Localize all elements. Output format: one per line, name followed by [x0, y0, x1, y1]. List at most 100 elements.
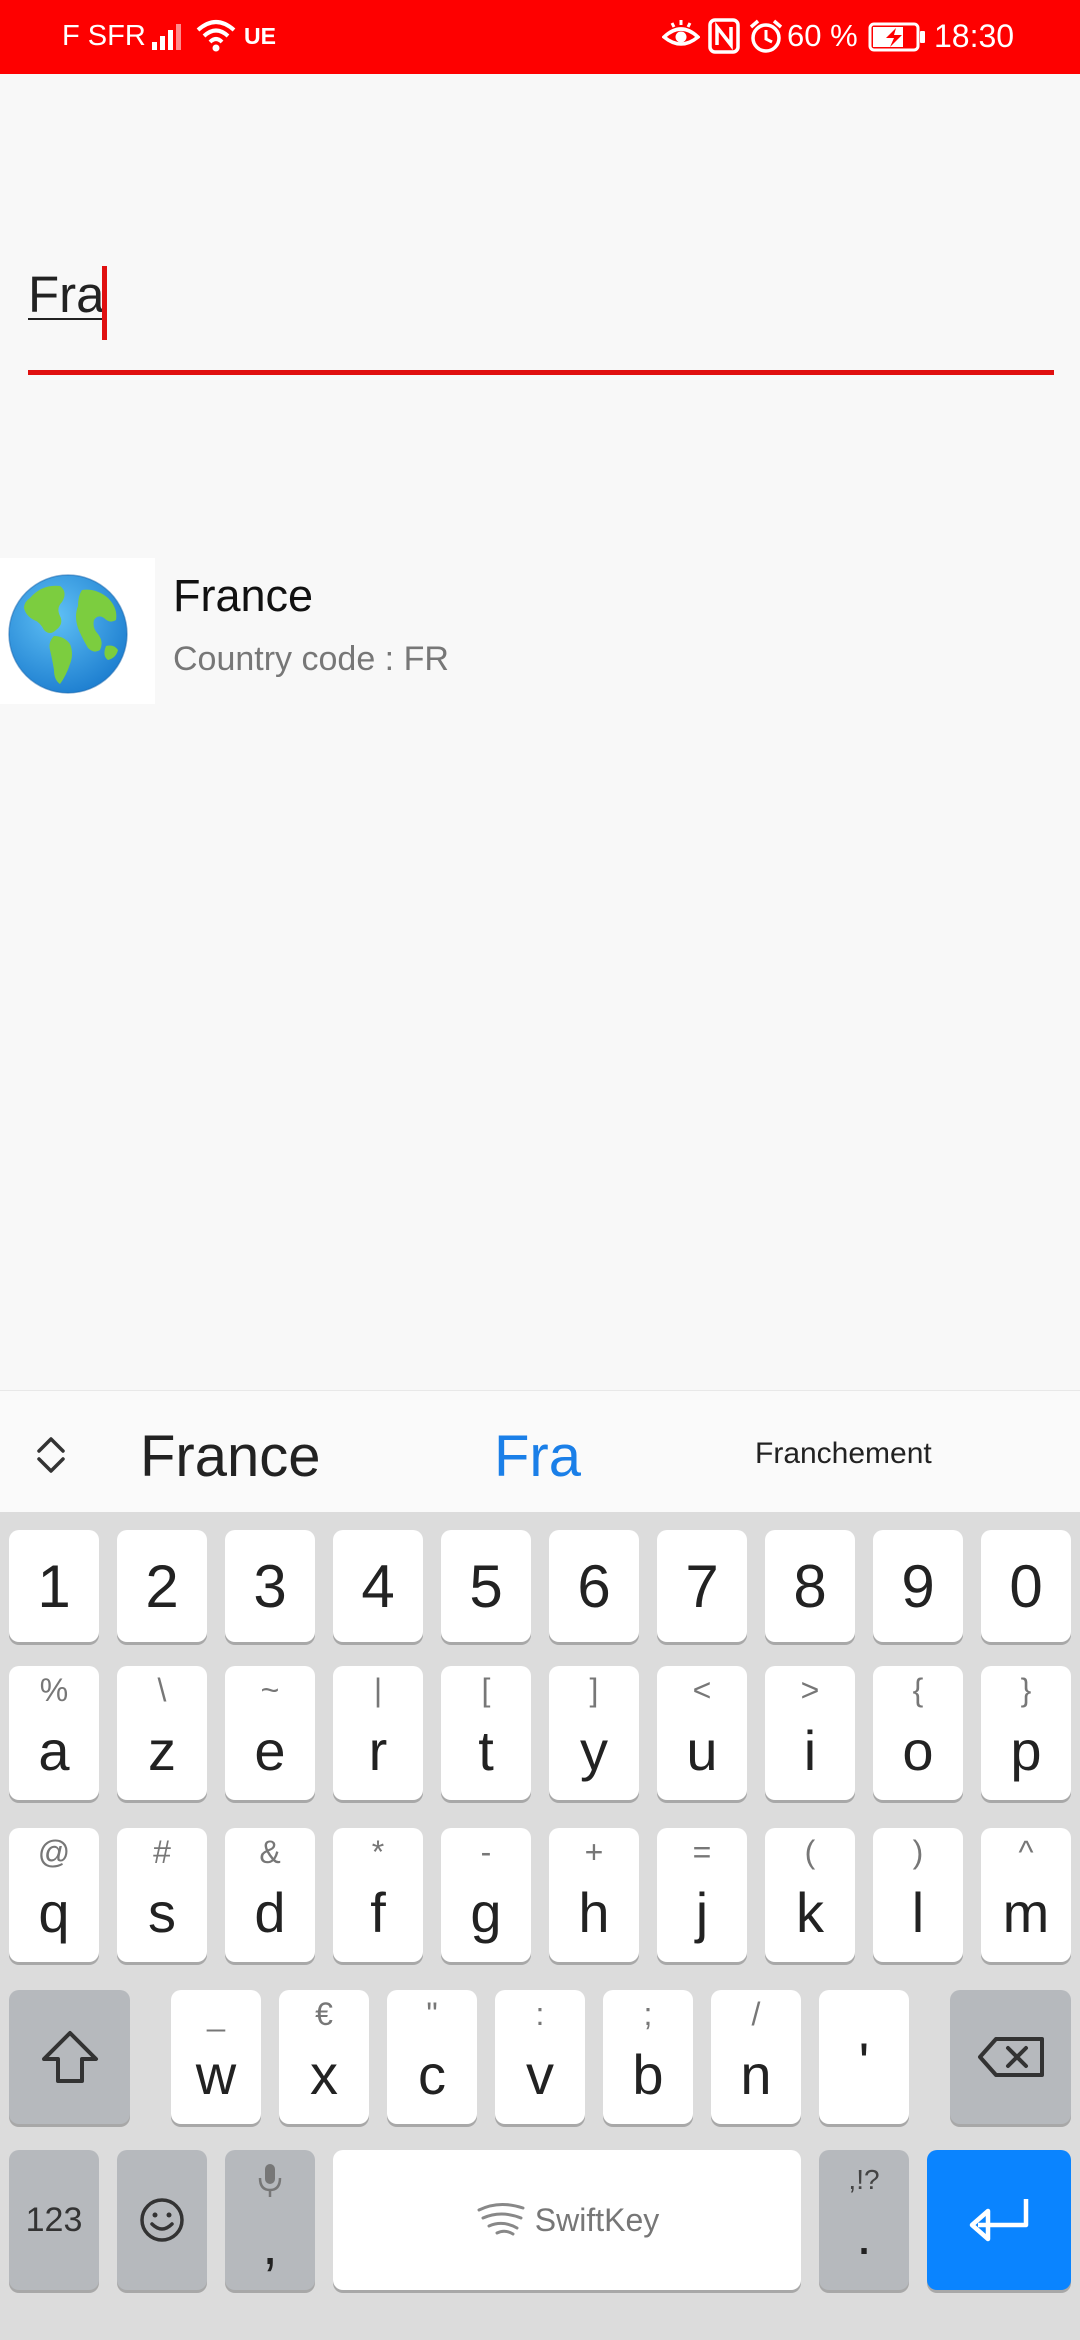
key-label: r	[368, 1719, 388, 1782]
key-alt-label: -	[480, 1834, 492, 1870]
key-1[interactable]: 1	[9, 1530, 99, 1642]
key-p[interactable]: } p	[981, 1666, 1071, 1800]
globe-icon	[0, 558, 155, 704]
key-label: h	[578, 1881, 610, 1944]
list-item[interactable]: France Country code : FR	[0, 558, 1080, 704]
key-e[interactable]: ~ e	[225, 1666, 315, 1800]
swiftkey-logo-icon	[475, 2200, 527, 2241]
key-h[interactable]: + h	[549, 1828, 639, 1962]
key-label: 123	[25, 2200, 83, 2239]
search-input[interactable]: Fra	[28, 265, 105, 324]
key-label: 6	[577, 1553, 611, 1620]
key-9[interactable]: 9	[873, 1530, 963, 1642]
space-label: SwiftKey	[534, 2201, 660, 2238]
key-label: n	[740, 2043, 772, 2106]
key-apostrophe[interactable]: '	[819, 1990, 909, 2124]
key-g[interactable]: -g	[441, 1828, 531, 1962]
suggestion-1[interactable]: France	[140, 1423, 321, 1490]
emoji-key[interactable]	[117, 2150, 207, 2290]
key-d[interactable]: & d	[225, 1828, 315, 1962]
key-t[interactable]: [t	[441, 1666, 531, 1800]
key-3[interactable]: 3	[225, 1530, 315, 1642]
key-o[interactable]: {o	[873, 1666, 963, 1800]
key-label: c	[418, 2043, 446, 2106]
key-alt-label: +	[584, 1834, 604, 1870]
key-r[interactable]: | r	[333, 1666, 423, 1800]
comma-key[interactable]: ,	[225, 2150, 315, 2290]
key-alt-label: #	[153, 1834, 171, 1870]
key-s[interactable]: # s	[117, 1828, 207, 1962]
alarm-icon	[748, 18, 784, 59]
network-type-label: UE	[244, 23, 276, 49]
enter-icon	[927, 2150, 1071, 2290]
key-label: 4	[361, 1553, 395, 1620]
key-label: 3	[253, 1553, 287, 1620]
key-y[interactable]: ] y	[549, 1666, 639, 1800]
key-k[interactable]: (k	[765, 1828, 855, 1962]
key-label: 8	[793, 1553, 827, 1620]
key-label: 1	[37, 1553, 71, 1620]
key-w[interactable]: _ w	[171, 1990, 261, 2124]
space-label-wrap: SwiftKey	[333, 2150, 801, 2290]
key-n[interactable]: / n	[711, 1990, 801, 2124]
key-f[interactable]: * f	[333, 1828, 423, 1962]
key-x[interactable]: € x	[279, 1990, 369, 2124]
key-alt-label: ,!?	[848, 2164, 880, 2195]
key-alt-label: @	[37, 1834, 71, 1870]
key-label: k	[796, 1881, 824, 1944]
nfc-icon	[708, 18, 740, 59]
enter-key[interactable]	[927, 2150, 1071, 2290]
key-q[interactable]: @ q	[9, 1828, 99, 1962]
key-alt-label: >	[800, 1672, 820, 1708]
backspace-icon	[950, 1990, 1071, 2124]
key-v[interactable]: :v	[495, 1990, 585, 2124]
suggestion-bar: France Fra Franchement	[0, 1390, 1080, 1512]
key-5[interactable]: 5	[441, 1530, 531, 1642]
key-c[interactable]: " c	[387, 1990, 477, 2124]
key-label: m	[1002, 1881, 1050, 1944]
key-alt-label: /	[751, 1996, 761, 2032]
key-4[interactable]: 4	[333, 1530, 423, 1642]
expand-toolbar-icon[interactable]	[33, 1435, 69, 1480]
key-z[interactable]: \ z	[117, 1666, 207, 1800]
key-m[interactable]: ^ m	[981, 1828, 1071, 1962]
key-alt-label: *	[371, 1834, 385, 1870]
key-j[interactable]: = j	[657, 1828, 747, 1962]
key-label: 0	[1009, 1553, 1043, 1620]
key-l[interactable]: ) l	[873, 1828, 963, 1962]
key-alt-label: _	[207, 1996, 225, 2032]
shift-key[interactable]	[9, 1990, 130, 2124]
key-alt-label: <	[692, 1672, 712, 1708]
key-alt-label: €	[315, 1996, 333, 2032]
result-title: France	[173, 570, 314, 621]
key-alt-label: [	[481, 1672, 491, 1708]
numbers-key[interactable]: 123	[9, 2150, 99, 2290]
emoji-icon	[117, 2150, 207, 2290]
key-u[interactable]: < u	[657, 1666, 747, 1800]
period-key[interactable]: ,!? .	[819, 2150, 909, 2290]
key-i[interactable]: > i	[765, 1666, 855, 1800]
key-alt-label: :	[535, 1996, 545, 2032]
suggestion-3[interactable]: Franchement	[755, 1437, 932, 1471]
key-b[interactable]: ; b	[603, 1990, 693, 2124]
key-label: 7	[685, 1553, 719, 1620]
key-label: 2	[145, 1553, 179, 1620]
key-a[interactable]: % a	[9, 1666, 99, 1800]
key-0[interactable]: 0	[981, 1530, 1071, 1642]
suggestion-2[interactable]: Fra	[494, 1423, 581, 1490]
key-alt-label: \	[157, 1672, 167, 1708]
key-2[interactable]: 2	[117, 1530, 207, 1642]
signal-icon	[152, 22, 188, 55]
key-label: i	[803, 1719, 817, 1782]
key-label: e	[254, 1719, 286, 1782]
key-label: f	[370, 1881, 386, 1944]
key-8[interactable]: 8	[765, 1530, 855, 1642]
key-7[interactable]: 7	[657, 1530, 747, 1642]
backspace-key[interactable]	[950, 1990, 1071, 2124]
space-key[interactable]: SwiftKey	[333, 2150, 801, 2290]
key-alt-label: &	[259, 1834, 281, 1870]
key-label: v	[526, 2043, 554, 2106]
key-alt-label: (	[804, 1834, 816, 1870]
key-label: 9	[901, 1553, 935, 1620]
key-6[interactable]: 6	[549, 1530, 639, 1642]
